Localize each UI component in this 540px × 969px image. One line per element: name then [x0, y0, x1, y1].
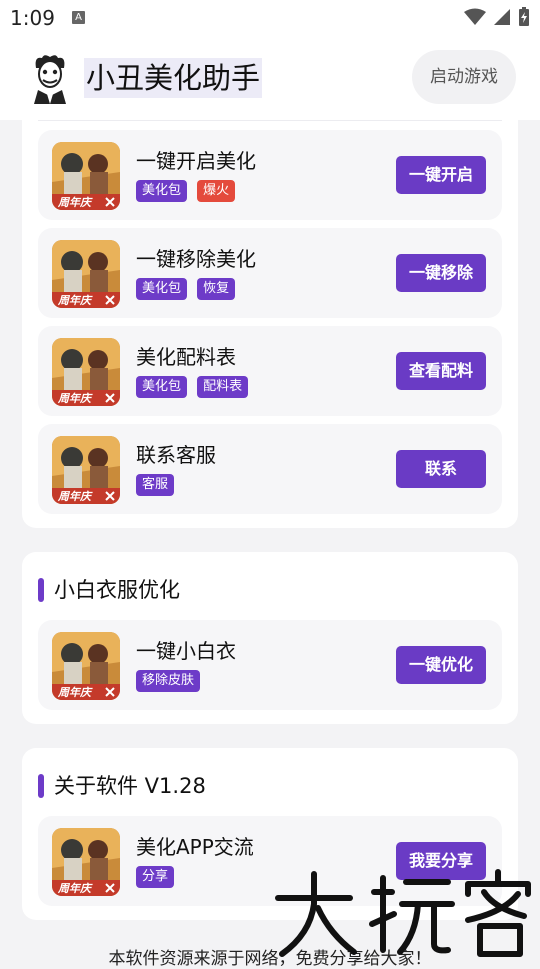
signal-icon: [493, 8, 510, 25]
game-thumbnail-icon: 周年庆: [52, 240, 120, 308]
item-title: 一键小白衣: [136, 639, 236, 663]
watermark-logo: [275, 869, 531, 957]
beautify-actions-card: 周年庆 一键开启美化 美化包 爆火 一键开启 周年庆 一键移除美化 美化包 恢复…: [22, 116, 518, 528]
status-bar: 1:09 A: [0, 0, 540, 36]
tag-list: 美化包 配料表: [136, 376, 253, 398]
svg-text:周年庆: 周年庆: [57, 294, 93, 307]
status-time: 1:09: [10, 6, 55, 30]
battery-charging-icon: [519, 6, 529, 26]
list-item-remove: 周年庆 一键移除美化 美化包 恢复 一键移除: [38, 228, 502, 318]
item-title: 美化配料表: [136, 345, 236, 369]
game-thumbnail-icon: 周年庆: [52, 632, 120, 700]
item-title: 一键移除美化: [136, 247, 256, 271]
section-accent-bar: [38, 774, 44, 798]
game-thumbnail-icon: 周年庆: [52, 338, 120, 406]
svg-text:周年庆: 周年庆: [57, 686, 93, 699]
svg-text:周年庆: 周年庆: [57, 882, 93, 895]
tag: 恢复: [197, 278, 236, 300]
joker-avatar-icon: [28, 54, 72, 104]
item-title: 一键开启美化: [136, 149, 256, 173]
card-divider: [38, 116, 502, 121]
list-item-white-clothes: 周年庆 一键小白衣 移除皮肤 一键优化: [38, 620, 502, 710]
tag: 美化包: [136, 376, 188, 398]
svg-text:周年庆: 周年庆: [57, 490, 93, 503]
tag: 美化包: [136, 180, 188, 202]
tag: 移除皮肤: [136, 670, 201, 692]
white-clothes-card: 小白衣服优化 周年庆 一键小白衣 移除皮肤 一键优化: [22, 552, 518, 724]
game-thumbnail-icon: 周年庆: [52, 828, 120, 896]
tag-list: 移除皮肤: [136, 670, 205, 692]
list-item-support: 周年庆 联系客服 客服 联系: [38, 424, 502, 514]
item-title: 美化APP交流: [136, 835, 254, 859]
view-ingredients-button[interactable]: 查看配料: [396, 352, 486, 390]
tag: 美化包: [136, 278, 188, 300]
remove-beautify-button[interactable]: 一键移除: [396, 254, 486, 292]
tag-list: 美化包 恢复: [136, 278, 240, 300]
tag-list: 分享: [136, 866, 179, 888]
tag: 分享: [136, 866, 175, 888]
wifi-icon: [463, 8, 486, 25]
tag-list: 客服: [136, 474, 179, 496]
tag-hot: 爆火: [197, 180, 236, 202]
section-title: 小白衣服优化: [54, 578, 180, 602]
list-item-ingredients: 周年庆 美化配料表 美化包 配料表 查看配料: [38, 326, 502, 416]
svg-text:周年庆: 周年庆: [57, 392, 93, 405]
game-thumbnail-icon: 周年庆: [52, 436, 120, 504]
contact-support-button[interactable]: 联系: [396, 450, 486, 488]
tag: 客服: [136, 474, 175, 496]
section-title: 关于软件 V1.28: [54, 774, 206, 798]
tag: 配料表: [197, 376, 249, 398]
tag-list: 美化包 爆火: [136, 180, 240, 202]
item-title: 联系客服: [136, 443, 216, 467]
optimize-button[interactable]: 一键优化: [396, 646, 486, 684]
section-accent-bar: [38, 578, 44, 602]
list-item-enable: 周年庆 一键开启美化 美化包 爆火 一键开启: [38, 130, 502, 220]
svg-text:周年庆: 周年庆: [57, 196, 93, 209]
app-title: 小丑美化助手: [84, 58, 263, 98]
status-indicators: [462, 6, 530, 27]
launch-game-button[interactable]: 启动游戏: [412, 50, 516, 104]
a-badge-icon: A: [72, 11, 85, 24]
game-thumbnail-icon: 周年庆: [52, 142, 120, 210]
enable-beautify-button[interactable]: 一键开启: [396, 156, 486, 194]
app-header: 小丑美化助手 启动游戏: [0, 36, 540, 120]
